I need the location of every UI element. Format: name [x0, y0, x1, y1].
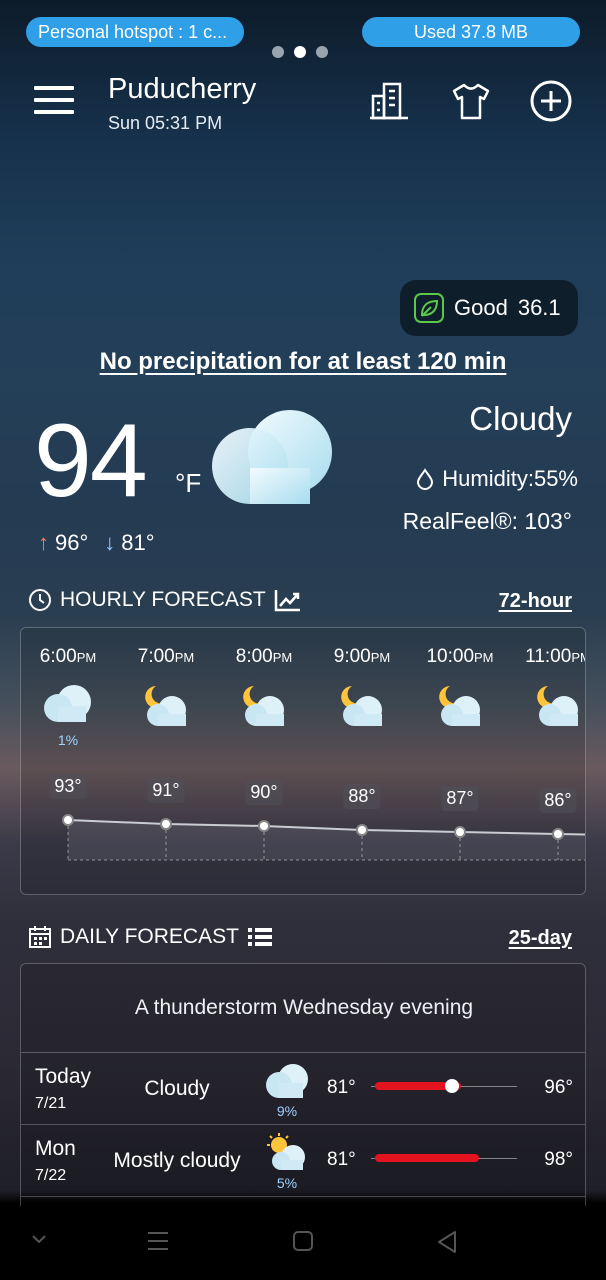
- hour-temp-point: [258, 820, 270, 832]
- air-quality-value: 36.1: [517, 295, 561, 320]
- menu-icon[interactable]: [34, 86, 74, 116]
- day-low-temp: 81°: [327, 1149, 356, 1170]
- air-quality-label: Good: [454, 295, 508, 320]
- hour-temp-point: [62, 814, 74, 826]
- day-date: 7/22: [35, 1167, 67, 1184]
- temp-range-track: [371, 1079, 517, 1093]
- leaf-icon: [414, 293, 444, 323]
- hour-temp-point: [160, 818, 172, 830]
- day-name: Today: [35, 1065, 92, 1088]
- day-name: Mon: [35, 1137, 76, 1160]
- day-condition: Mostly cloudy: [113, 1149, 241, 1172]
- calendar-icon: [29, 926, 51, 948]
- humidity-text: Humidity:55%: [442, 466, 578, 491]
- day-low-temp: 81°: [327, 1077, 356, 1098]
- sun-cloud-icon: [263, 1133, 311, 1178]
- data-usage-text: Used 37.8 MB: [413, 21, 529, 42]
- data-usage-status: Used 37.8 MB: [362, 17, 580, 47]
- day-high-temp: 98°: [544, 1149, 573, 1170]
- daily-row-today[interactable]: Today 7/21 Cloudy 9% 81° 96°: [21, 1052, 585, 1124]
- hotspot-status-text: Personal hotspot : 1 c...: [38, 21, 228, 42]
- list-icon[interactable]: [247, 925, 273, 949]
- cloud-icon: [210, 408, 338, 513]
- back-icon[interactable]: [436, 1230, 458, 1259]
- day-condition: Cloudy: [144, 1077, 210, 1100]
- hour-temp-point: [552, 828, 564, 840]
- day-precip-chance: 9%: [276, 1103, 298, 1119]
- hourly-forecast-title: HOURLY FORECAST: [28, 588, 302, 612]
- cloud-icon: [263, 1061, 311, 1106]
- precipitation-notice[interactable]: No precipitation for at least 120 min: [0, 348, 606, 376]
- clock-icon: [29, 589, 51, 611]
- city-name[interactable]: Puducherry: [108, 73, 256, 106]
- day-high-temp: 96°: [544, 1077, 573, 1098]
- daily-forecast-card[interactable]: A thunderstorm Wednesday evening Today 7…: [20, 963, 586, 1223]
- humidity: Humidity:55%: [416, 466, 578, 492]
- daily-25-day-link[interactable]: 25-day: [509, 927, 572, 950]
- high-temp: 96°: [55, 530, 89, 555]
- home-icon[interactable]: [292, 1230, 314, 1257]
- daily-forecast-label: DAILY FORECAST: [60, 925, 239, 948]
- water-drop-icon: [417, 468, 434, 490]
- hour-temp-point: [454, 826, 466, 838]
- current-temp-marker: [445, 1079, 459, 1093]
- hourly-temperature-chart: [62, 814, 585, 861]
- low-temp: 81°: [121, 530, 155, 555]
- page-dot-active[interactable]: [294, 46, 306, 58]
- current-condition: Cloudy: [469, 400, 572, 437]
- hourly-forecast-card[interactable]: 6:00PM 1% 93° 7:00PM 91° 8:00PM 90° 9:00PM 88° 10…: [20, 627, 586, 895]
- page-dot[interactable]: [316, 46, 328, 58]
- clothing-shirt-icon[interactable]: [450, 80, 492, 122]
- add-location-icon[interactable]: [530, 80, 572, 122]
- daily-headline[interactable]: A thunderstorm Wednesday evening: [21, 964, 585, 1052]
- hotspot-status: Personal hotspot : 1 c...: [26, 17, 244, 47]
- day-precip-chance: 5%: [276, 1175, 298, 1191]
- city-buildings-icon[interactable]: [368, 80, 410, 122]
- realfeel: RealFeel®: 103°: [402, 508, 572, 534]
- recent-apps-icon[interactable]: [146, 1230, 170, 1257]
- hourly-forecast-label: HOURLY FORECAST: [60, 588, 266, 611]
- page-indicator: [272, 46, 328, 58]
- hour-temp-point: [356, 824, 368, 836]
- hourly-72-hour-link[interactable]: 72-hour: [499, 590, 572, 613]
- arrow-up-icon: ↑: [38, 530, 49, 555]
- page-dot[interactable]: [272, 46, 284, 58]
- day-date: 7/21: [35, 1095, 67, 1112]
- current-temperature: 94: [34, 403, 148, 519]
- system-nav-bar: [0, 1206, 606, 1280]
- temperature-unit[interactable]: °F: [175, 468, 201, 499]
- chevron-down-icon[interactable]: [30, 1230, 48, 1253]
- temp-range-bar: [375, 1154, 479, 1162]
- current-datetime: Sun 05:31 PM: [108, 113, 223, 133]
- temp-range-track: [371, 1154, 517, 1162]
- temperature-area: [68, 820, 585, 860]
- trend-chart-icon[interactable]: [274, 588, 302, 612]
- high-low-temps: ↑ 96° ↓ 81°: [38, 530, 155, 556]
- air-quality-badge[interactable]: Good 36.1: [400, 280, 578, 336]
- daily-forecast-title: DAILY FORECAST: [28, 925, 273, 949]
- arrow-down-icon: ↓: [104, 530, 116, 555]
- daily-row-mon[interactable]: Mon 7/22 Mostly cloudy 5% 81° 98°: [21, 1124, 585, 1196]
